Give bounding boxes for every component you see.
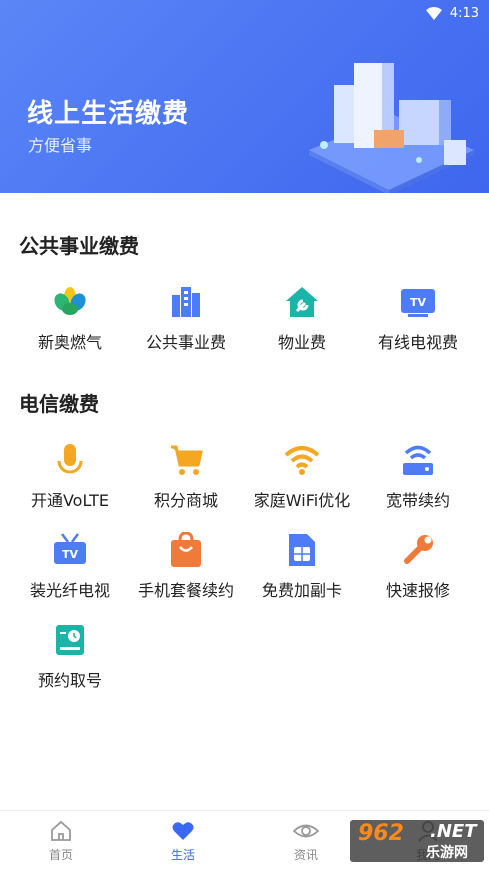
queue-ticket-icon [52,622,88,658]
nav-label: 首页 [48,848,73,862]
grid-item-volte[interactable]: 开通VoLTE [10,442,130,511]
wifi-status-icon [425,6,442,20]
wifi-icon [284,442,320,478]
grid-item-label: 新奥燃气 [37,333,102,352]
nav-label: 生活 [170,848,195,862]
grid-item-utilities[interactable]: 公共事业费 [126,284,246,353]
grid-item-queue-ticket[interactable]: 预约取号 [10,622,130,691]
svg-text:TV: TV [410,296,427,309]
sim-card-icon [284,532,320,568]
fiber-tv-icon: TV [52,532,88,568]
grid-item-label: 手机套餐续约 [137,581,234,600]
section-title-telecom: 电信缴费 [19,392,99,416]
home-icon [51,820,71,841]
router-icon [400,442,436,478]
grid-item-label: 免费加副卡 [261,581,342,600]
section-title-public: 公共事业缴费 [19,234,139,258]
banner-subtitle: 方便省事 [28,136,93,155]
eye-icon [293,824,319,838]
watermark-site: 乐游网 [426,845,468,861]
grid-item-label: 快速报修 [385,581,450,600]
grid-item-points-mall[interactable]: 积分商城 [126,442,246,511]
grid-item-cable-tv[interactable]: TV 有线电视费 [358,284,478,353]
watermark-net: .NET [430,821,477,842]
status-bar: 4:13 [425,4,479,22]
status-time: 4:13 [449,5,479,21]
grid-item-property-fee[interactable]: 物业费 [242,284,362,353]
house-wrench-icon [284,284,320,320]
building-icon [168,284,204,320]
shopping-cart-icon [168,442,204,478]
nav-item-life[interactable]: 生活 [143,819,223,863]
heart-icon [172,822,194,840]
grid-item-wifi-optimize[interactable]: 家庭WiFi优化 [242,442,362,511]
grid-item-label: 宽带续约 [385,491,450,510]
grid-item-label: 装光纤电视 [29,581,110,600]
microphone-icon [52,442,88,478]
grid-item-label: 开通VoLTE [30,491,110,510]
tv-icon: TV [400,284,436,320]
nav-item-home[interactable]: 首页 [21,819,101,863]
grid-item-label: 家庭WiFi优化 [253,491,351,510]
gas-logo-icon [52,284,88,320]
grid-item-fiber-tv[interactable]: TV 装光纤电视 [10,532,130,601]
nav-label: 资讯 [293,848,318,862]
grid-item-label: 积分商城 [153,491,218,510]
watermark-logo: 962 .NET 乐游网 [350,820,484,862]
grid-item-gas[interactable]: 新奥燃气 [10,284,130,353]
svg-text:TV: TV [62,548,79,561]
shopping-bag-icon [168,532,204,568]
grid-item-label: 公共事业费 [145,333,226,352]
hero-banner: 4:13 线上生活缴费 方便省事 [0,0,489,193]
grid-item-free-sim[interactable]: 免费加副卡 [242,532,362,601]
grid-item-label: 预约取号 [37,671,102,690]
grid-item-broadband-renew[interactable]: 宽带续约 [358,442,478,511]
banner-title: 线上生活缴费 [27,99,190,129]
wrench-icon [400,532,436,568]
city-illustration [309,63,474,193]
grid-item-label: 有线电视费 [377,333,458,352]
grid-item-label: 物业费 [277,333,326,352]
grid-item-plan-renew[interactable]: 手机套餐续约 [126,532,246,601]
nav-item-news[interactable]: 资讯 [266,819,346,863]
watermark-brand: 962 [358,821,404,846]
grid-item-quick-repair[interactable]: 快速报修 [358,532,478,601]
